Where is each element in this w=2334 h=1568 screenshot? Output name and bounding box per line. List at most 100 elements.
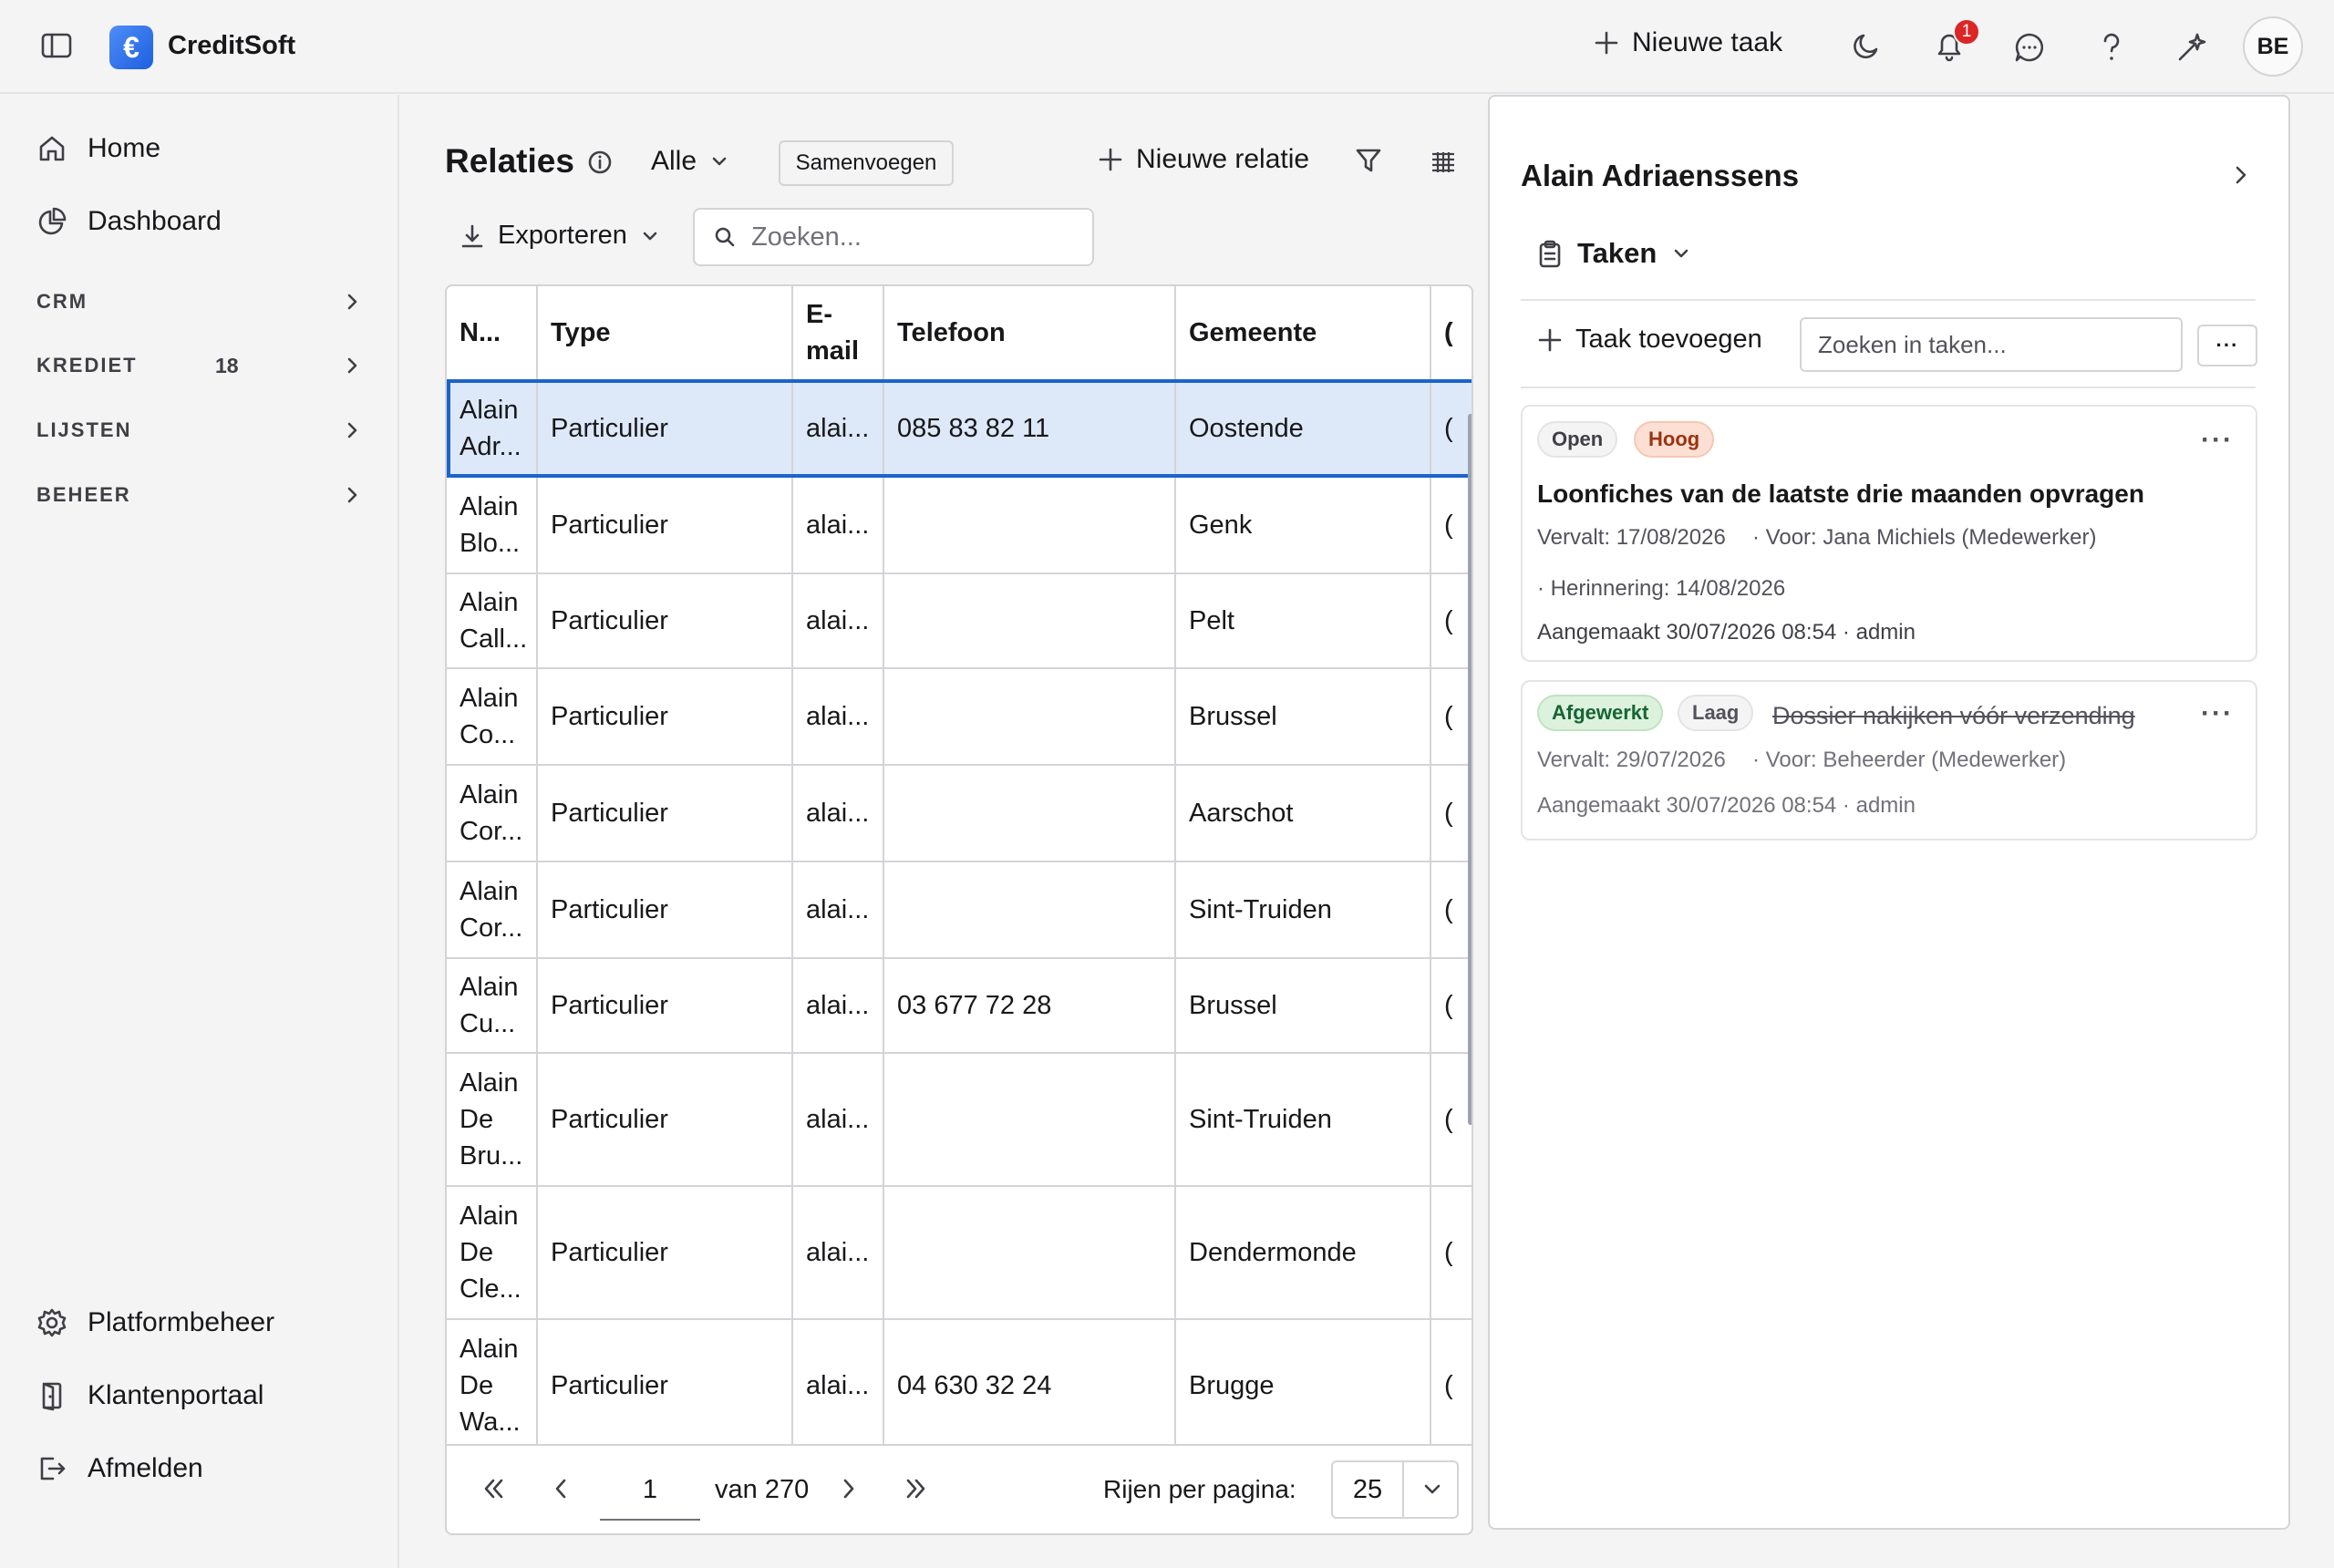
tasks-section-dropdown[interactable]: Taken	[1537, 237, 1691, 270]
table-cell: Alain Cor...	[447, 862, 538, 957]
table-row[interactable]: Alain De Wa... Particulier alai... 04 630 3…	[447, 1320, 1472, 1453]
task-title: Dossier nakijken vóór verzending	[1772, 702, 2135, 729]
add-task-label: Taak toevoegen	[1575, 325, 1762, 354]
table-cell: Alain Call...	[447, 574, 538, 667]
task-due-date: Vervalt: 29/07/2026	[1537, 748, 1726, 772]
chevron-right-icon	[347, 422, 357, 438]
table-cell: Sint-Truiden	[1176, 1054, 1431, 1185]
messages-button[interactable]	[2013, 31, 2046, 64]
task-due-date: Vervalt: 17/08/2026	[1537, 525, 1726, 550]
notification-badge: 1	[1953, 18, 1980, 46]
filter-dropdown[interactable]: Alle	[651, 146, 729, 177]
sidebar-section-krediet[interactable]: KREDIET 18	[36, 354, 361, 377]
sidebar-section-lijsten[interactable]: LIJSTEN	[36, 418, 361, 442]
status-badge: Afgewerkt	[1537, 695, 1664, 731]
sidebar-item-afmelden[interactable]: Afmelden	[36, 1453, 203, 1484]
add-task-button[interactable]: Taak toevoegen	[1537, 325, 1762, 355]
table-row[interactable]: Alain Cor... Particulier alai... Aarschot(	[447, 766, 1472, 862]
column-header[interactable]: Type	[538, 286, 793, 379]
table-cell: Particulier	[538, 574, 793, 667]
brand-name: CreditSoft	[168, 31, 296, 60]
table-cell: alai...	[793, 478, 884, 573]
table-row[interactable]: Alain De Cle... Particulier alai... Denderm…	[447, 1187, 1472, 1320]
table-row[interactable]: Alain Cor... Particulier alai... Sint-Truid…	[447, 862, 1472, 959]
theme-toggle-button[interactable]	[1851, 31, 1882, 62]
merge-button[interactable]: Samenvoegen	[779, 140, 954, 186]
task-card[interactable]: Afgewerkt Laag Dossier nakijken vóór ver…	[1521, 680, 2257, 841]
table-row[interactable]: Alain Cu... Particulier alai... 03 677 72 2…	[447, 959, 1472, 1054]
task-menu-button[interactable]: ···	[2201, 698, 2234, 729]
chevron-down-icon	[643, 232, 657, 240]
sidebar-item-klantenportaal[interactable]: Klantenportaal	[36, 1380, 263, 1411]
column-settings-button[interactable]	[1430, 148, 1457, 175]
grid-icon	[1432, 152, 1454, 172]
search-placeholder: Zoeken...	[751, 222, 862, 252]
table-cell: alai...	[793, 1054, 884, 1185]
column-header[interactable]: (	[1431, 286, 1472, 379]
section-label: LIJSTEN	[36, 418, 132, 441]
table-cell: alai...	[793, 381, 884, 476]
table-cell: Particulier	[538, 862, 793, 957]
table-row[interactable]: Alain Co... Particulier alai... Brussel(	[447, 669, 1472, 766]
task-created: Aangemaakt 30/07/2026 08:54 · admin	[1537, 793, 1916, 818]
clipboard-icon	[1539, 240, 1561, 268]
section-count: 18	[215, 353, 239, 377]
export-dropdown[interactable]: Exporteren	[460, 221, 660, 251]
page-total: van 270	[715, 1475, 810, 1504]
table-cell: alai...	[793, 1320, 884, 1451]
new-relation-button[interactable]: Nieuwe relatie	[1098, 144, 1309, 175]
task-card[interactable]: Open Hoog ··· Loonfiches van de laatste …	[1521, 405, 2257, 662]
table-row[interactable]: Alain Adr... Particulier alai... 085 83 82 …	[447, 381, 1472, 478]
ai-assistant-button[interactable]	[2175, 31, 2208, 64]
next-page-button[interactable]	[833, 1473, 864, 1504]
table-cell: 085 83 82 11	[884, 381, 1176, 476]
chevrons-right-icon	[906, 1479, 925, 1499]
table-row[interactable]: Alain Call... Particulier alai... Pelt(	[447, 574, 1472, 669]
search-icon	[715, 227, 735, 247]
tasks-more-button[interactable]: ···	[2197, 325, 2257, 366]
table-cell: 03 677 72 28	[884, 959, 1176, 1052]
sidebar-item-dashboard[interactable]: Dashboard	[36, 206, 222, 237]
task-search-input[interactable]: Zoeken in taken...	[1800, 317, 2183, 372]
collapse-panel-button[interactable]	[2230, 162, 2252, 188]
panel-title: Alain Adriaenssens	[1521, 159, 1800, 192]
column-header[interactable]: N...	[447, 286, 538, 379]
table-cell: Particulier	[538, 669, 793, 764]
task-menu-button[interactable]: ···	[2201, 425, 2234, 456]
first-page-button[interactable]	[478, 1473, 509, 1504]
task-reminder: · Herinnering: 14/08/2026	[1537, 576, 1786, 601]
relations-list-area: Relaties Alle Samenvoegen Nieuwe relatie…	[401, 95, 1473, 1568]
table-cell: Brussel	[1176, 669, 1431, 764]
moon-icon	[1854, 34, 1878, 58]
sidebar-item-label: Klantenportaal	[88, 1380, 264, 1410]
column-header[interactable]: E- mail	[793, 286, 884, 379]
sidebar-toggle-button[interactable]	[40, 31, 73, 60]
prev-page-button[interactable]	[545, 1473, 576, 1504]
last-page-button[interactable]	[901, 1473, 932, 1504]
door-icon	[42, 1382, 62, 1411]
help-button[interactable]	[2097, 31, 2126, 64]
info-button[interactable]	[587, 150, 613, 175]
table-cell: Particulier	[538, 1187, 793, 1318]
new-task-button[interactable]: Nieuwe taak	[1594, 27, 1782, 58]
column-header[interactable]: Telefoon	[884, 286, 1176, 379]
table-row[interactable]: Alain De Bru... Particulier alai... Sint-Tr…	[447, 1054, 1472, 1187]
filter-button[interactable]	[1355, 146, 1382, 175]
column-header[interactable]: Gemeente	[1176, 286, 1431, 379]
sidebar-item-label: Platformbeheer	[88, 1307, 275, 1337]
table-cell	[884, 478, 1176, 573]
sidebar-section-beheer[interactable]: BEHEER	[36, 483, 361, 507]
search-input[interactable]: Zoeken...	[693, 208, 1094, 266]
table-row[interactable]: Alain Blo... Particulier alai... Genk(	[447, 478, 1472, 574]
sidebar-item-home[interactable]: Home	[36, 133, 160, 164]
vertical-scrollbar[interactable]	[1468, 414, 1472, 1125]
table-cell: Oostende	[1176, 381, 1431, 476]
sidebar-section-crm[interactable]: CRM	[36, 290, 361, 314]
page-number-input[interactable]: 1	[600, 1460, 700, 1521]
table-cell: Alain Cor...	[447, 766, 538, 861]
sidebar-item-platformbeheer[interactable]: Platformbeheer	[36, 1307, 274, 1338]
rows-per-page-select[interactable]: 25	[1331, 1460, 1459, 1519]
table-cell: Particulier	[538, 1320, 793, 1451]
chevron-left-icon	[555, 1479, 566, 1499]
user-avatar[interactable]: BE	[2243, 16, 2303, 77]
